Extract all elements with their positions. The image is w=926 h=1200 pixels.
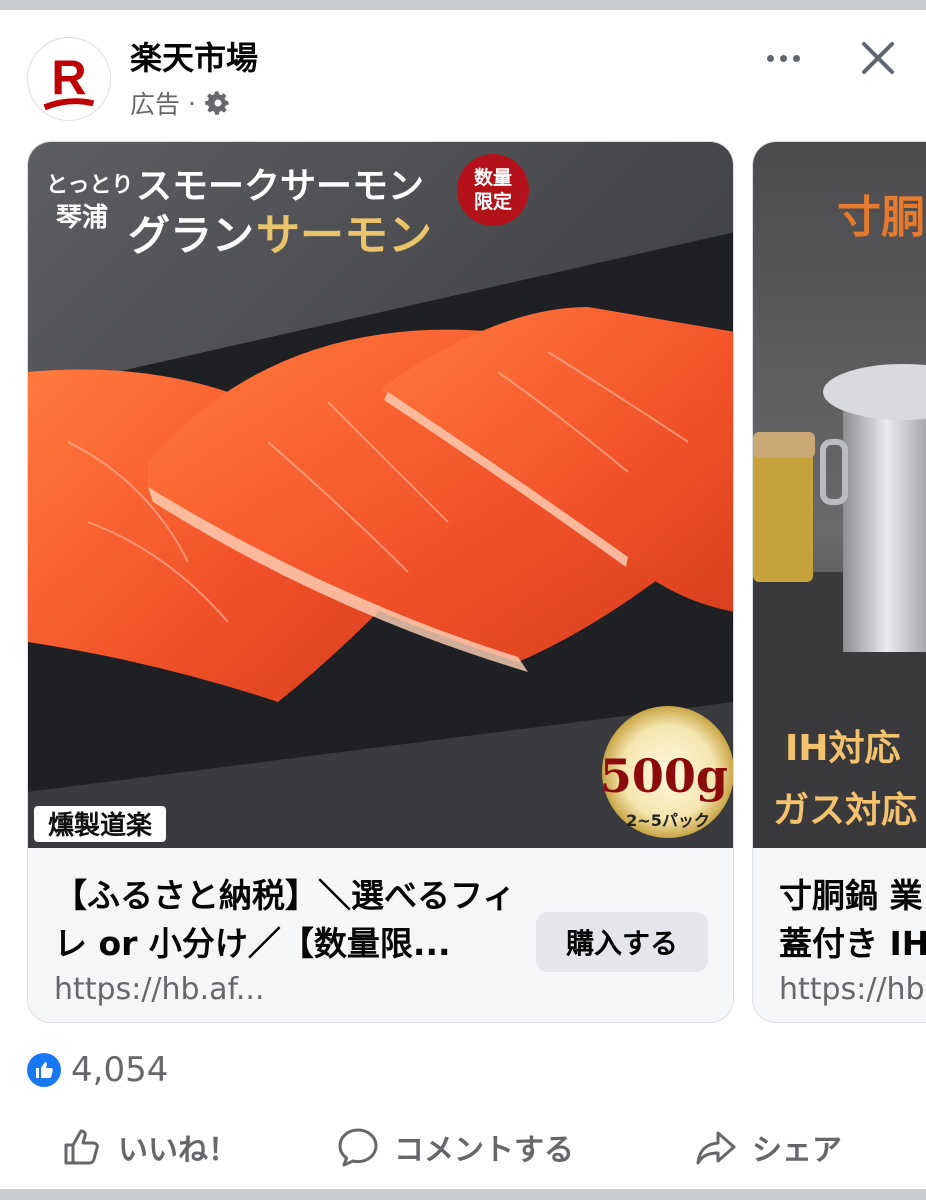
svg-text:スモークサーモン: スモークサーモン [136, 165, 424, 207]
like-icon [64, 1129, 99, 1165]
share-icon [696, 1131, 736, 1165]
more-icon [766, 54, 774, 62]
page-avatar[interactable]: R [27, 37, 111, 121]
product-image[interactable]: 寸胴 IH対応 ガス対応 [753, 142, 926, 848]
svg-text:ガス対応: ガス対応 [773, 790, 917, 831]
rakuten-logo-icon: R [43, 52, 95, 111]
buy-button[interactable]: 購入する [536, 912, 708, 972]
carousel-card[interactable]: 寸胴 IH対応 ガス対応 寸胴鍋 業 蓋付き IH https://hb [752, 141, 926, 1023]
svg-text:琴浦: 琴浦 [56, 202, 108, 233]
comment-button[interactable]: コメントする [336, 1118, 574, 1176]
card-footer[interactable]: 寸胴鍋 業 蓋付き IH https://hb [753, 848, 926, 1022]
gear-icon[interactable] [204, 89, 232, 117]
card-url[interactable]: https://hb.af... [54, 972, 265, 1008]
card-title[interactable]: 【ふるさと納税】＼選べるフィレ or 小分け／【数量限... [54, 872, 534, 968]
svg-text:数量: 数量 [474, 166, 512, 189]
card-url[interactable]: https://hb [779, 972, 925, 1008]
svg-text:500g: 500g [600, 749, 728, 803]
carousel-card[interactable]: とっとり 琴浦 スモークサーモン グラン サーモン 数量 限定 500g 2~5… [27, 141, 734, 1023]
svg-text:IH対応: IH対応 [785, 728, 901, 769]
comment-icon [338, 1128, 378, 1167]
svg-text:サーモン: サーモン [256, 210, 432, 261]
svg-text:とっとり: とっとり [46, 172, 133, 198]
separator: · [188, 88, 196, 118]
card-footer[interactable]: 【ふるさと納税】＼選べるフィレ or 小分け／【数量限... https://h… [28, 848, 733, 1022]
sponsored-line: 広告 · [130, 86, 232, 120]
share-label: シェア [752, 1133, 842, 1168]
svg-text:燻製道楽: 燻製道楽 [48, 810, 153, 841]
top-divider [0, 0, 926, 10]
thumbs-up-icon [36, 1062, 53, 1078]
like-button[interactable]: いいね！ [60, 1118, 238, 1176]
svg-text:グラン: グラン [128, 211, 254, 260]
salmon-image: とっとり 琴浦 スモークサーモン グラン サーモン 数量 限定 500g 2~5… [28, 142, 733, 848]
more-options-button[interactable] [758, 40, 808, 76]
comment-label: コメントする [394, 1133, 574, 1168]
like-label: いいね！ [118, 1133, 238, 1168]
card-title[interactable]: 寸胴鍋 業 蓋付き IH [779, 872, 926, 968]
page-name[interactable]: 楽天市場 [130, 38, 258, 78]
action-bar: いいね！ コメントする シェア [0, 1118, 926, 1176]
sponsored-label: 広告 [130, 90, 181, 119]
svg-text:2~5パック: 2~5パック [626, 811, 710, 830]
svg-text:限定: 限定 [474, 190, 512, 213]
svg-text:R: R [51, 52, 86, 106]
svg-text:寸胴: 寸胴 [837, 192, 925, 243]
product-image[interactable]: とっとり 琴浦 スモークサーモン グラン サーモン 数量 限定 500g 2~5… [28, 142, 733, 848]
like-reaction-icon[interactable] [27, 1053, 61, 1087]
pot-image: 寸胴 IH対応 ガス対応 [753, 142, 926, 848]
close-icon[interactable] [856, 36, 900, 80]
reaction-count[interactable]: 4,054 [71, 1050, 168, 1090]
bottom-divider [0, 1189, 926, 1200]
share-button[interactable]: シェア [694, 1118, 842, 1176]
